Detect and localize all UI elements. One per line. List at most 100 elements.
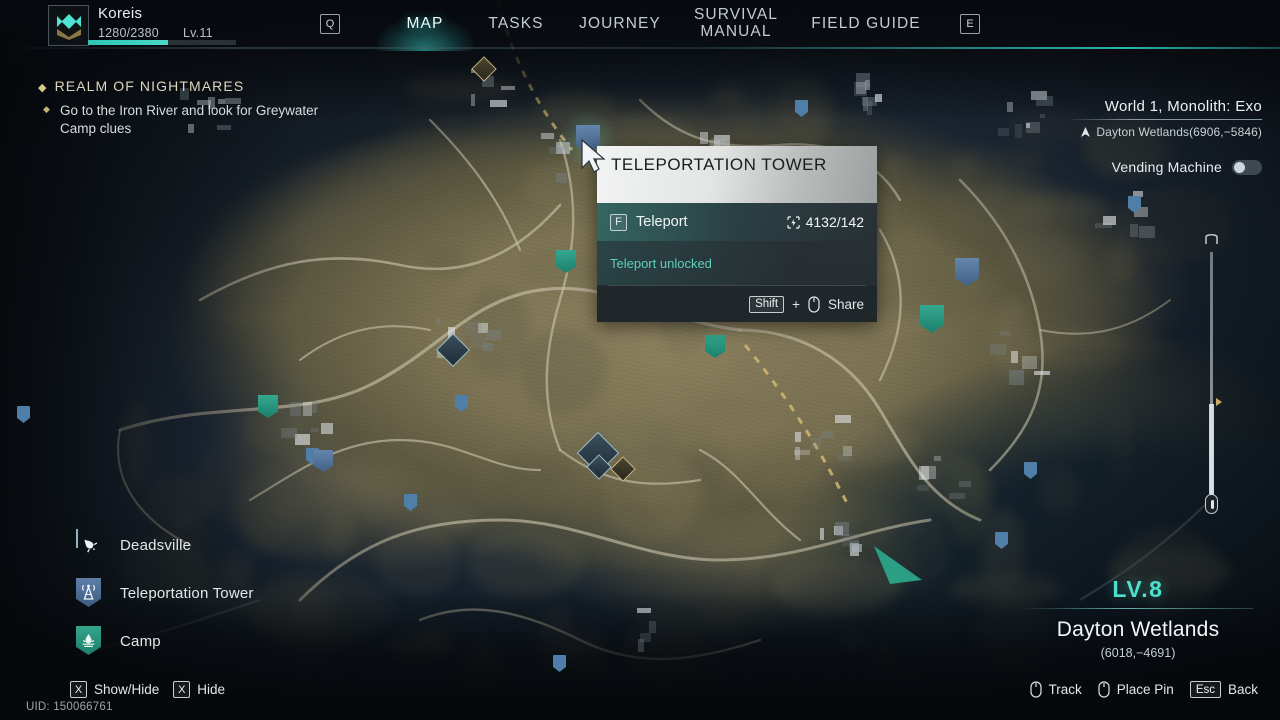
- location-divider: [1023, 608, 1253, 609]
- map-marker-pin-blue-2[interactable]: [1024, 462, 1037, 479]
- zoom-slider-knob[interactable]: [1205, 494, 1218, 514]
- map-marker-teleport-tower-3[interactable]: [314, 450, 333, 472]
- deadsville-diamond-icon: [74, 529, 104, 560]
- map-marker-pin-blue-7[interactable]: [404, 494, 417, 511]
- tooltip-footer-plus: +: [792, 296, 800, 312]
- mouse-cursor-icon: [581, 138, 606, 173]
- vending-machine-label: Vending Machine: [1111, 159, 1222, 175]
- map-screen: Koreis 1280/2380 Lv.11 Q MAP TASKS JOURN…: [0, 0, 1280, 720]
- tooltip-status: Teleport unlocked: [597, 241, 877, 285]
- key-hint-shift[interactable]: Shift: [749, 295, 785, 313]
- map-marker-pin-blue-8[interactable]: [553, 655, 566, 672]
- player-arrow-icon: [1081, 127, 1091, 137]
- key-hint-esc[interactable]: Esc: [1189, 681, 1221, 698]
- hint-show-hide-label: Show/Hide: [94, 682, 160, 697]
- tab-tasks[interactable]: TASKS: [468, 15, 564, 33]
- map-marker-camp-4[interactable]: [920, 305, 944, 333]
- zoom-slider-tick-icon: [1216, 398, 1222, 406]
- top-bar-underline: [0, 47, 1280, 49]
- tooltip-action-label: Teleport: [636, 214, 688, 230]
- quest-tracker: ◆ REALM OF NIGHTMARES ◆ Go to the Iron Ri…: [38, 78, 338, 138]
- hint-hide-label: Hide: [197, 682, 226, 697]
- teleport-tower-tooltip: TELEPORTATION TOWER F Teleport 4132/142 …: [597, 146, 877, 322]
- quest-title-row: ◆ REALM OF NIGHTMARES: [38, 78, 338, 94]
- player-xp-text: 1280/2380: [98, 26, 159, 40]
- map-marker-camp-3[interactable]: [705, 335, 725, 358]
- bottom-bar: X Show/Hide X Hide UID: 150066761 Track: [0, 676, 1280, 720]
- region-info: World 1, Monolith: Exo Dayton Wetlands(6…: [1002, 98, 1262, 175]
- key-hint-hide[interactable]: X: [173, 681, 191, 698]
- hint-show-hide[interactable]: X Show/Hide: [70, 681, 159, 698]
- map-marker-pin-blue-3[interactable]: [995, 532, 1008, 549]
- location-level: LV.8: [1112, 576, 1164, 602]
- map-marker-teleport-tower-2[interactable]: [955, 258, 979, 286]
- tooltip-teleport-action[interactable]: F Teleport 4132/142: [597, 203, 877, 241]
- current-region-text: Dayton Wetlands(6906,−5846): [1096, 125, 1262, 139]
- legend-label-deadsville: Deadsville: [120, 536, 192, 554]
- tooltip-share-label[interactable]: Share: [828, 297, 864, 312]
- tooltip-cost-value: 4132/142: [805, 214, 864, 230]
- tab-survival-manual[interactable]: SURVIVAL MANUAL: [676, 6, 796, 40]
- map-marker-diamond[interactable]: [436, 333, 470, 367]
- current-region-row: Dayton Wetlands(6906,−5846): [1002, 125, 1262, 139]
- avatar[interactable]: [48, 5, 89, 46]
- location-name: Dayton Wetlands: [1056, 618, 1220, 641]
- player-xp-bar: [88, 40, 236, 45]
- tooltip-header: TELEPORTATION TOWER: [597, 146, 877, 203]
- legend-item-camp[interactable]: Camp: [74, 617, 374, 665]
- hint-place-pin-label: Place Pin: [1116, 682, 1174, 697]
- hint-back-label: Back: [1227, 682, 1258, 697]
- mouse-icon: [1098, 681, 1110, 698]
- tab-map[interactable]: MAP: [382, 15, 468, 33]
- location-coords: (6018,−4691): [1100, 646, 1176, 660]
- player-level: Lv.11: [183, 26, 213, 40]
- hint-back[interactable]: Esc Back: [1189, 681, 1258, 698]
- map-marker-camp-small[interactable]: [258, 395, 278, 418]
- tooltip-title: TELEPORTATION TOWER: [611, 155, 827, 174]
- quest-objective: ◆ Go to the Iron River and look for Grey…: [38, 102, 338, 138]
- map-marker-camp-2[interactable]: [556, 250, 576, 273]
- key-hint-show-hide[interactable]: X: [70, 681, 87, 698]
- bottom-right-hints: Track Place Pin Esc Back: [1029, 681, 1258, 698]
- key-hint-next-tab[interactable]: E: [960, 14, 980, 34]
- map-marker-pin-blue-5[interactable]: [17, 406, 30, 423]
- key-hint-prev-tab[interactable]: Q: [320, 14, 340, 34]
- hint-place-pin[interactable]: Place Pin: [1098, 681, 1174, 698]
- map-marker-pin-blue[interactable]: [455, 395, 468, 412]
- tooltip-footer: Shift + Share: [597, 286, 877, 322]
- top-bar: Koreis 1280/2380 Lv.11 Q MAP TASKS JOURN…: [0, 0, 1280, 52]
- bottom-left-hints: X Show/Hide X Hide: [70, 681, 225, 698]
- vending-machine-toggle[interactable]: [1232, 159, 1262, 175]
- quest-objective-bullet-icon: ◆: [43, 104, 50, 114]
- map-marker-pin-blue-9[interactable]: [795, 100, 808, 117]
- location-panel: LV.8 Dayton Wetlands (6018,−4691): [1018, 576, 1258, 660]
- player-name: Koreis: [98, 5, 143, 22]
- map-marker-diamond-small[interactable]: [586, 454, 612, 480]
- tower-glyph-icon: [81, 584, 96, 600]
- hint-track[interactable]: Track: [1029, 681, 1082, 698]
- key-hint-teleport[interactable]: F: [610, 213, 627, 231]
- vending-machine-row[interactable]: Vending Machine: [1002, 159, 1262, 175]
- map-marker-diamond-gold[interactable]: [471, 56, 497, 82]
- map-marker-pin-blue-10[interactable]: [1128, 196, 1141, 213]
- mouse-icon: [1029, 681, 1042, 698]
- tooltip-cost: 4132/142: [786, 214, 864, 230]
- zoom-slider-cap-icon: [1205, 233, 1218, 244]
- hint-hide[interactable]: X Hide: [173, 681, 225, 698]
- quest-objective-text: Go to the Iron River and look for Greywa…: [60, 103, 319, 137]
- world-name: World 1, Monolith: Exo: [1104, 98, 1262, 115]
- map-zoom-slider[interactable]: [1204, 233, 1222, 514]
- nav-tabs: Q MAP TASKS JOURNEY SURVIVAL MANUAL FIEL…: [320, 0, 980, 48]
- tab-journey[interactable]: JOURNEY: [564, 15, 676, 33]
- legend-item-teleportation-tower[interactable]: Teleportation Tower: [74, 569, 374, 617]
- region-divider: [1066, 119, 1262, 120]
- tooltip-body: F Teleport 4132/142 Teleport unlocked Sh…: [597, 203, 877, 322]
- map-marker-diamond-gold-2[interactable]: [610, 456, 636, 482]
- uid-text: UID: 150066761: [26, 701, 113, 713]
- teleport-tower-shield-icon: [74, 578, 104, 608]
- tab-field-guide[interactable]: FIELD GUIDE: [796, 15, 936, 33]
- energy-icon: [786, 215, 800, 229]
- legend-item-deadsville[interactable]: Deadsville: [74, 521, 374, 569]
- quest-title: REALM OF NIGHTMARES: [54, 78, 245, 94]
- map-legend: Deadsville Teleportation Tower Camp: [74, 521, 374, 665]
